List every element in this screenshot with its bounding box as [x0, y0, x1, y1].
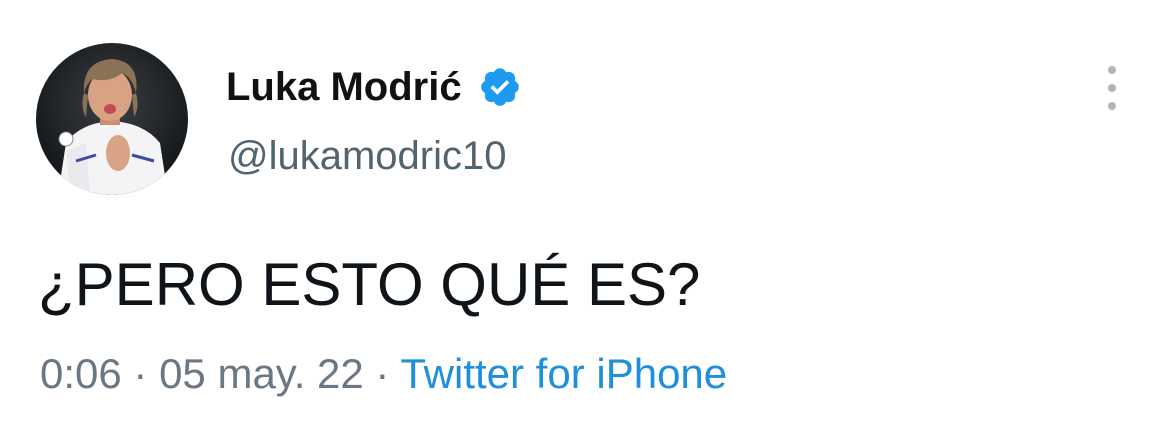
tweet-metadata: 0:06 · 05 may. 22 · Twitter for iPhone — [40, 350, 727, 398]
tweet-card: Luka Modrić @lukamodric10 ¿PERO ESTO QUÉ… — [0, 0, 1170, 424]
tweet-text: ¿PERO ESTO QUÉ ES? — [38, 251, 701, 318]
meta-separator: · — [121, 350, 160, 397]
verified-badge-icon — [478, 65, 522, 109]
display-name[interactable]: Luka Modrić — [226, 65, 462, 110]
more-dot — [1108, 66, 1116, 74]
tweet-time[interactable]: 0:06 — [40, 350, 122, 397]
more-dot — [1108, 84, 1116, 92]
more-dot — [1108, 102, 1116, 110]
tweet-date[interactable]: 05 may. 22 — [159, 350, 364, 397]
more-options-icon[interactable] — [1100, 66, 1124, 110]
tweet-source-link[interactable]: Twitter for iPhone — [400, 350, 727, 397]
author-name-row: Luka Modrić — [226, 60, 522, 114]
avatar-photo — [36, 43, 188, 195]
profile-avatar[interactable] — [36, 43, 188, 195]
username-handle[interactable]: @lukamodric10 — [228, 134, 507, 179]
meta-separator: · — [363, 350, 401, 397]
